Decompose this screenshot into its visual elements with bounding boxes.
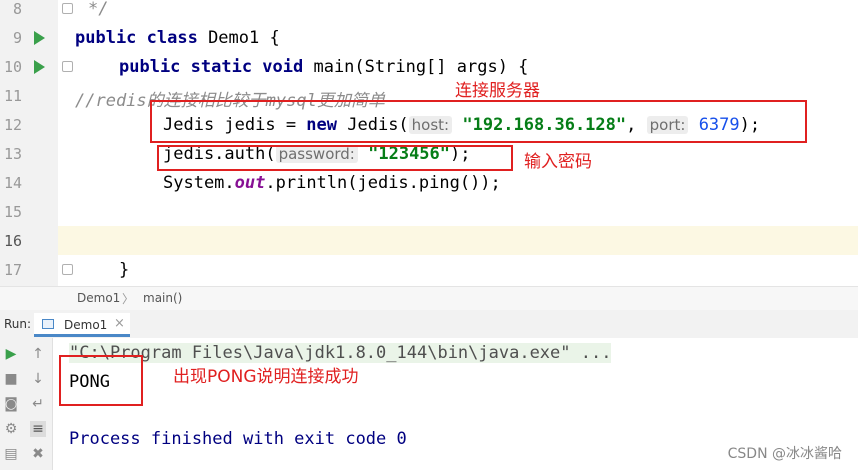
code-editor[interactable]: 8 */ 9 public class Demo1 { 10 public st…: [0, 0, 858, 286]
annotation-box-password: [157, 145, 513, 171]
fold-marker-icon[interactable]: [62, 61, 73, 72]
breadcrumb-method[interactable]: main(): [143, 291, 182, 305]
code-line-17[interactable]: 17 }: [0, 255, 858, 284]
code-line-14[interactable]: 14 System.out.println(jedis.ping());: [0, 168, 858, 197]
annotation-box-connect: [150, 100, 807, 143]
close-icon[interactable]: ×: [114, 316, 125, 331]
line-number: 16: [3, 232, 22, 250]
tab-label: Demo1: [64, 318, 108, 332]
breadcrumb-class[interactable]: Demo1: [77, 291, 120, 305]
line-number: 14: [3, 174, 22, 192]
up-arrow-icon[interactable]: ↑: [30, 346, 46, 362]
run-toolbar: ▶ ■ ◙ ⚙ ▤ ↑ ↓ ↵ ≡ ✖: [0, 338, 53, 470]
line-number: 10: [3, 58, 22, 76]
run-tool-window-header: Run: Demo1 ×: [0, 310, 858, 339]
delete-icon[interactable]: ✖: [30, 446, 46, 462]
fold-marker-icon[interactable]: [62, 264, 73, 275]
run-icon[interactable]: ▶: [3, 346, 19, 362]
code-line-10[interactable]: 10 public static void main(String[] args…: [0, 52, 858, 81]
watermark: CSDN @冰冰酱哈: [727, 446, 842, 462]
code-text: .println(jedis.ping());: [265, 173, 501, 193]
class-declaration: public class Demo1 {: [75, 28, 280, 48]
annotation-pong: 出现PONG说明连接成功: [173, 367, 359, 387]
code-line-16[interactable]: 16: [0, 226, 858, 255]
settings-icon[interactable]: ⚙: [3, 421, 19, 437]
run-label: Run:: [4, 317, 32, 331]
run-method-icon[interactable]: [34, 60, 45, 74]
annotation-password: 输入密码: [524, 152, 592, 172]
line-number: 8: [12, 0, 22, 18]
sort-icon[interactable]: ≡: [30, 421, 46, 437]
code-line-15[interactable]: 15: [0, 197, 858, 226]
wrap-icon[interactable]: ↵: [30, 396, 46, 412]
println-statement: System.out.println(jedis.ping());: [163, 173, 501, 193]
static-field: out: [234, 173, 266, 193]
console-icon: [42, 319, 54, 329]
closing-brace: }: [119, 260, 130, 280]
comment-end: */: [88, 0, 109, 19]
print-icon[interactable]: ▤: [3, 446, 19, 462]
class-name: Demo1 {: [197, 28, 280, 48]
run-class-icon[interactable]: [34, 31, 45, 45]
code-line-9[interactable]: 9 public class Demo1 {: [0, 23, 858, 52]
annotation-connect: 连接服务器: [455, 81, 540, 101]
line-number: 13: [3, 145, 22, 163]
stop-icon[interactable]: ■: [3, 371, 19, 387]
code-line-8[interactable]: 8 */: [0, 0, 858, 23]
line-number: 12: [3, 116, 22, 134]
keyword: public static void: [119, 57, 304, 77]
line-number: 11: [3, 87, 22, 105]
camera-icon[interactable]: ◙: [3, 396, 19, 412]
fold-marker-icon[interactable]: [62, 3, 73, 14]
code-text: System.: [163, 173, 235, 193]
run-tab-demo1[interactable]: Demo1 ×: [34, 313, 130, 337]
method-declaration: public static void main(String[] args) {: [119, 57, 528, 77]
breadcrumb-separator: 〉: [122, 292, 135, 306]
keyword: public class: [75, 28, 198, 48]
breadcrumb: Demo1 〉 main(): [0, 286, 858, 312]
line-number: 17: [3, 261, 22, 279]
method-signature: main(String[] args) {: [303, 57, 529, 77]
console-exit-message: Process finished with exit code 0: [69, 429, 407, 449]
line-number: 15: [3, 203, 22, 221]
line-number: 9: [12, 29, 22, 47]
annotation-box-pong: [59, 355, 143, 406]
down-arrow-icon[interactable]: ↓: [30, 371, 46, 387]
console-command-line: "C:\Program Files\Java\jdk1.8.0_144\bin\…: [69, 343, 612, 363]
